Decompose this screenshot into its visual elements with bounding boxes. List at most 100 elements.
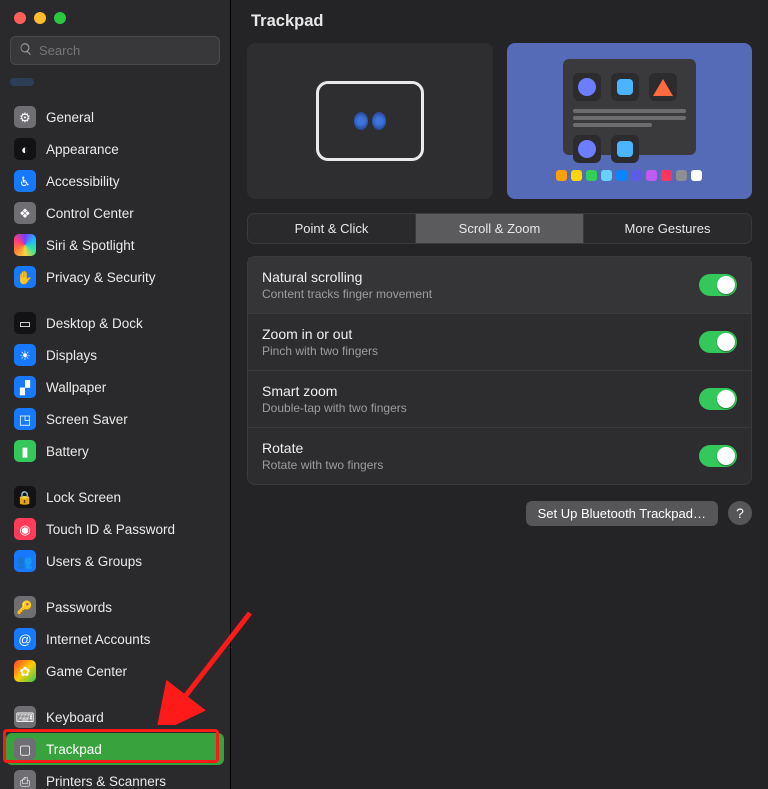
close-button[interactable] xyxy=(14,12,26,24)
toggle-smart-zoom[interactable] xyxy=(699,388,737,410)
toggle-natural-scrolling[interactable] xyxy=(699,274,737,296)
sidebar-item-label: Game Center xyxy=(46,664,127,679)
sidebar-item-trackpad[interactable]: ▢ Trackpad xyxy=(6,733,224,765)
siri-spotlight-icon xyxy=(14,234,36,256)
screen-saver-icon: ◳ xyxy=(14,408,36,430)
sidebar-item-siri-spotlight[interactable]: Siri & Spotlight xyxy=(6,229,224,261)
sidebar-item-game-center[interactable]: ✿ Game Center xyxy=(6,655,224,687)
setting-row-zoom: Zoom in or out Pinch with two fingers xyxy=(248,313,751,370)
tab-more-gestures[interactable]: More Gestures xyxy=(583,214,751,243)
sidebar-item-label: Lock Screen xyxy=(46,490,121,505)
sidebar-item-label: Battery xyxy=(46,444,89,459)
fingerprint-icon xyxy=(372,112,386,130)
printers-scanners-icon: ⎙ xyxy=(14,770,36,789)
sidebar-item-touchid[interactable]: ◉ Touch ID & Password xyxy=(6,513,224,545)
sidebar-item-label: Desktop & Dock xyxy=(46,316,143,331)
help-button[interactable]: ? xyxy=(728,501,752,525)
sidebar: ⚙︎ General ◐Appearance ♿︎ Accessibility ❖ Cont… xyxy=(0,0,231,789)
tab-bar: Point & Click Scroll & Zoom More Gesture… xyxy=(247,213,752,244)
dock-preview xyxy=(556,170,702,181)
users-groups-icon: 👥 xyxy=(14,550,36,572)
sidebar-item-label: Trackpad xyxy=(46,742,102,757)
setting-desc: Double-tap with two fingers xyxy=(262,401,407,415)
sidebar-item-internet-accounts[interactable]: @ Internet Accounts xyxy=(6,623,224,655)
sidebar-item-label: Privacy & Security xyxy=(46,270,156,285)
search-input[interactable] xyxy=(39,43,211,58)
sidebar-item-label: Accessibility xyxy=(46,174,120,189)
privacy-security-icon: ✋ xyxy=(14,266,36,288)
keyboard-icon: ⌨ xyxy=(14,706,36,728)
window-controls xyxy=(0,0,230,28)
setting-title: Natural scrolling xyxy=(262,269,432,285)
setting-row-rotate: Rotate Rotate with two fingers xyxy=(248,427,751,484)
passwords-icon: 🔑 xyxy=(14,596,36,618)
sidebar-item-label: Printers & Scanners xyxy=(46,774,166,789)
battery-icon: ▮ xyxy=(14,440,36,462)
sidebar-item-label: General xyxy=(46,110,94,125)
accessibility-icon: ♿︎ xyxy=(14,170,36,192)
main-content: Trackpad xyxy=(231,0,768,789)
touchid-icon: ◉ xyxy=(14,518,36,540)
search-field[interactable] xyxy=(10,36,220,65)
sidebar-item-keyboard[interactable]: ⌨ Keyboard xyxy=(6,701,224,733)
sidebar-item-label: Siri & Spotlight xyxy=(46,238,135,253)
sidebar-item-label: Touch ID & Password xyxy=(46,522,175,537)
sidebar-item-label: Passwords xyxy=(46,600,112,615)
minimize-button[interactable] xyxy=(34,12,46,24)
sidebar-item-users-groups[interactable]: 👥 Users & Groups xyxy=(6,545,224,577)
internet-accounts-icon: @ xyxy=(14,628,36,650)
settings-panel: Natural scrolling Content tracks finger m… xyxy=(247,256,752,485)
game-center-icon: ✿ xyxy=(14,660,36,682)
sidebar-item-desktop-dock[interactable]: ▭Desktop & Dock xyxy=(6,307,224,339)
sidebar-item-displays[interactable]: ☀ Displays xyxy=(6,339,224,371)
sidebar-peek-row xyxy=(10,75,220,89)
toggle-rotate[interactable] xyxy=(699,445,737,467)
setting-desc: Rotate with two fingers xyxy=(262,458,383,472)
fingerprint-icon xyxy=(354,112,368,130)
displays-icon: ☀ xyxy=(14,344,36,366)
setting-title: Zoom in or out xyxy=(262,326,378,342)
sidebar-item-passwords[interactable]: 🔑 Passwords xyxy=(6,591,224,623)
search-icon xyxy=(19,42,33,59)
setting-row-smart-zoom: Smart zoom Double-tap with two fingers xyxy=(248,370,751,427)
sidebar-item-accessibility[interactable]: ♿︎ Accessibility xyxy=(6,165,224,197)
sidebar-item-label: Control Center xyxy=(46,206,134,221)
sidebar-item-label: Displays xyxy=(46,348,97,363)
tab-point-click[interactable]: Point & Click xyxy=(248,214,415,243)
sidebar-item-label: Appearance xyxy=(46,142,119,157)
general-icon: ⚙︎ xyxy=(14,106,36,128)
setup-bluetooth-trackpad-button[interactable]: Set Up Bluetooth Trackpad… xyxy=(526,501,718,526)
setting-title: Smart zoom xyxy=(262,383,407,399)
trackpad-illustration xyxy=(316,81,424,161)
page-title: Trackpad xyxy=(231,0,768,39)
control-center-icon: ❖ xyxy=(14,202,36,224)
sidebar-nav: ⚙︎ General ◐Appearance ♿︎ Accessibility ❖ Cont… xyxy=(0,95,230,789)
sidebar-item-battery[interactable]: ▮ Battery xyxy=(6,435,224,467)
tab-scroll-zoom[interactable]: Scroll & Zoom xyxy=(415,214,583,243)
sidebar-item-printers-scanners[interactable]: ⎙ Printers & Scanners xyxy=(6,765,224,789)
sidebar-item-label: Wallpaper xyxy=(46,380,106,395)
wallpaper-icon: ▞ xyxy=(14,376,36,398)
sidebar-item-lock-screen[interactable]: 🔒 Lock Screen xyxy=(6,481,224,513)
fullscreen-button[interactable] xyxy=(54,12,66,24)
sidebar-item-appearance[interactable]: ◐Appearance xyxy=(6,133,224,165)
sidebar-item-label: Screen Saver xyxy=(46,412,128,427)
sidebar-item-label: Keyboard xyxy=(46,710,104,725)
desktop-preview xyxy=(507,43,753,199)
lock-screen-icon: 🔒 xyxy=(14,486,36,508)
sidebar-item-general[interactable]: ⚙︎ General xyxy=(6,101,224,133)
trackpad-icon: ▢ xyxy=(14,738,36,760)
setting-desc: Content tracks finger movement xyxy=(262,287,432,301)
sidebar-item-wallpaper[interactable]: ▞ Wallpaper xyxy=(6,371,224,403)
sidebar-item-label: Users & Groups xyxy=(46,554,142,569)
sidebar-item-control-center[interactable]: ❖ Control Center xyxy=(6,197,224,229)
toggle-zoom[interactable] xyxy=(699,331,737,353)
setting-desc: Pinch with two fingers xyxy=(262,344,378,358)
sidebar-item-privacy-security[interactable]: ✋ Privacy & Security xyxy=(6,261,224,293)
preview-row xyxy=(247,43,752,199)
sidebar-item-label: Internet Accounts xyxy=(46,632,150,647)
setting-row-natural-scrolling: Natural scrolling Content tracks finger m… xyxy=(248,257,751,313)
trackpad-preview xyxy=(247,43,493,199)
sidebar-item-screen-saver[interactable]: ◳ Screen Saver xyxy=(6,403,224,435)
setting-title: Rotate xyxy=(262,440,383,456)
